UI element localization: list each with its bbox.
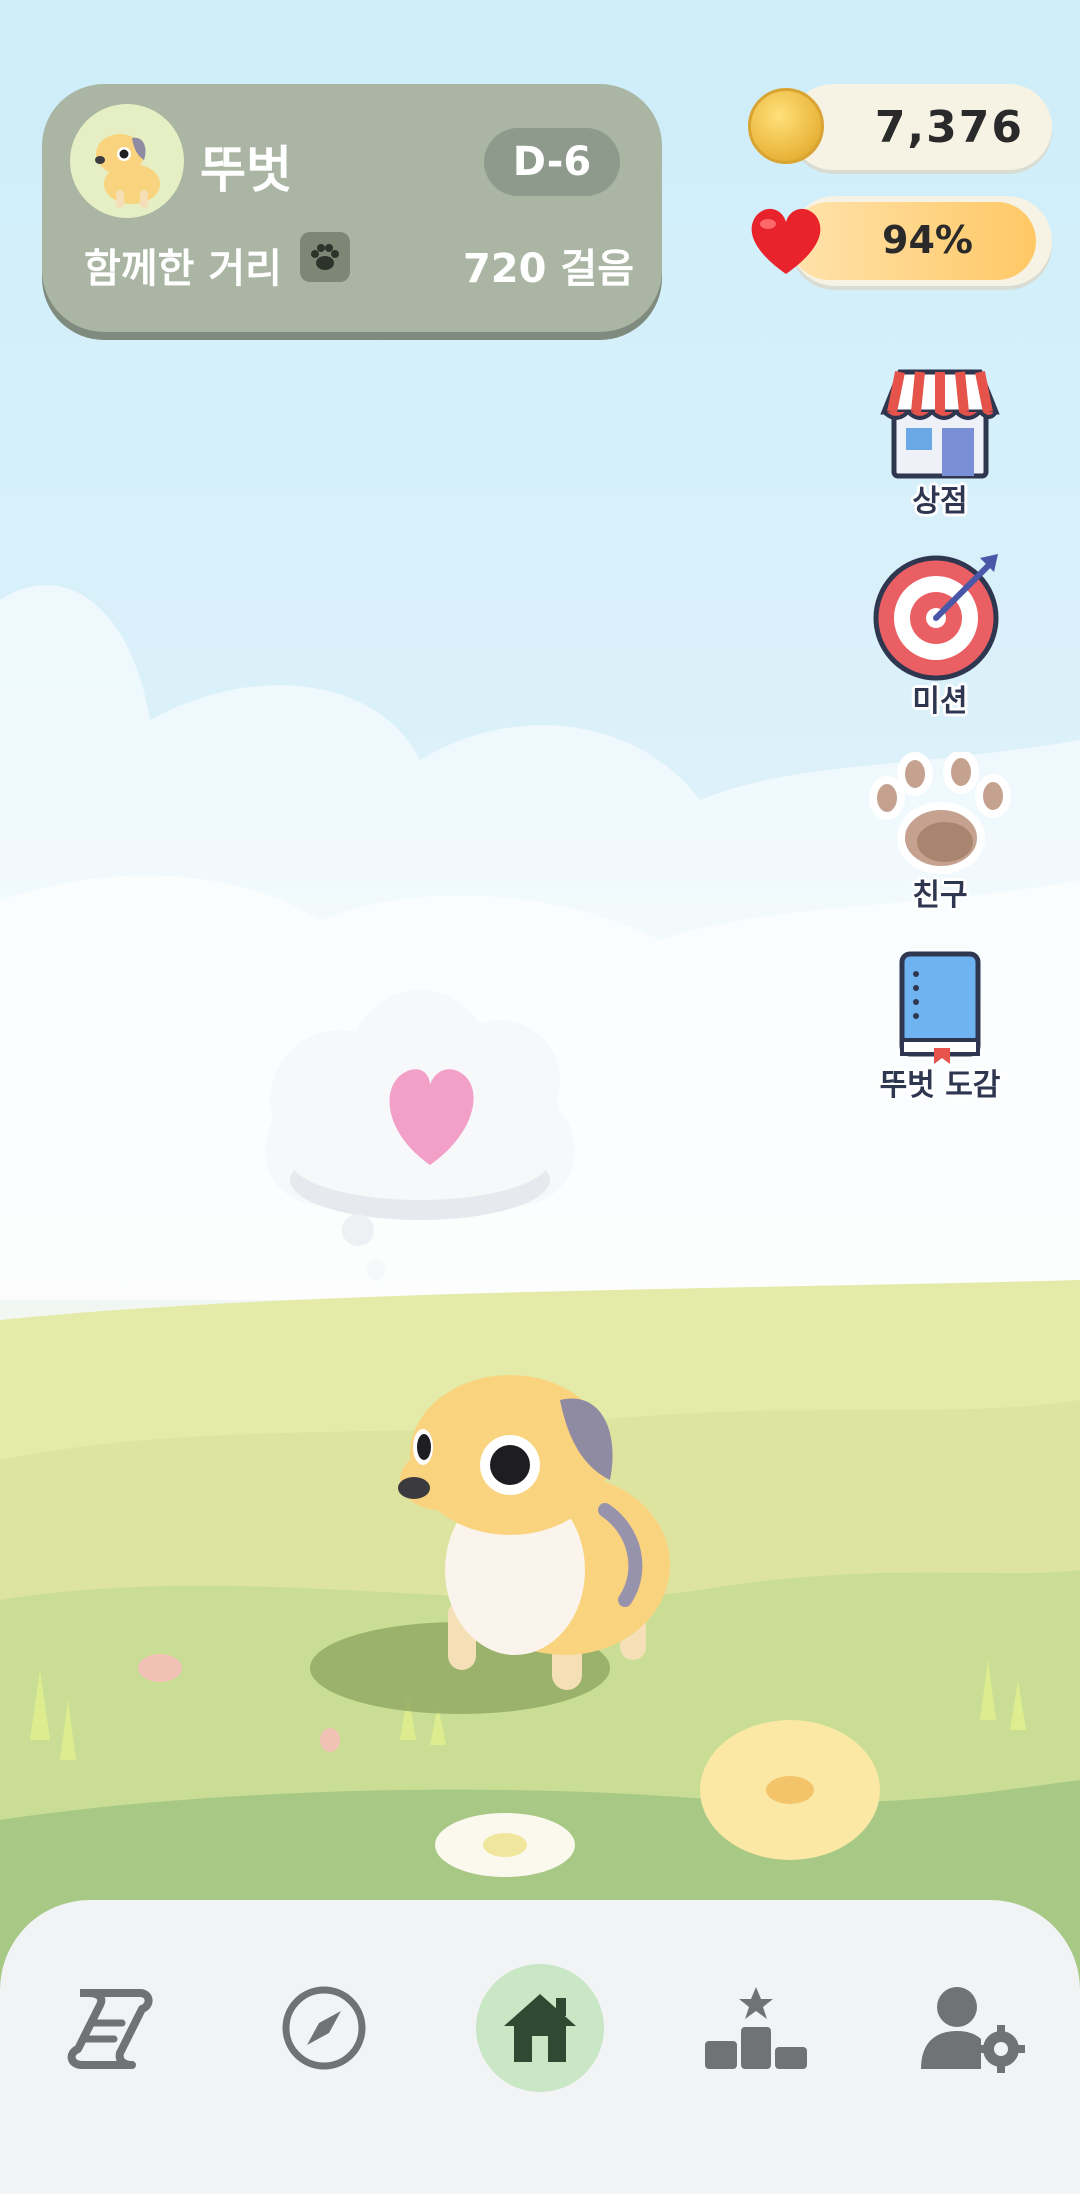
target-icon <box>873 554 999 681</box>
user-settings-icon <box>921 1987 1025 2073</box>
nav-quest[interactable] <box>44 1964 172 2092</box>
shop-button[interactable]: 상점 <box>860 362 1020 520</box>
coin-value: 7,376 <box>874 102 1024 153</box>
coin-icon <box>748 88 824 164</box>
coin-balance[interactable]: 7,376 <box>790 84 1052 170</box>
pet-name: 뚜벗 <box>200 141 292 199</box>
paw-icon <box>869 752 1011 874</box>
affection-meter[interactable]: 94% <box>790 196 1052 286</box>
scroll-icon <box>67 1989 153 2069</box>
friends-button[interactable]: 친구 <box>860 752 1020 914</box>
side-menu-label: 미션 <box>912 684 968 719</box>
paw-icon <box>300 232 350 282</box>
book-icon <box>899 951 981 1064</box>
pet-avatar[interactable] <box>70 104 184 218</box>
yellow-flower-icon <box>700 1720 880 1860</box>
side-menu-label: 뚜벗 도감 <box>879 1068 1001 1103</box>
nav-home[interactable] <box>476 1964 604 2092</box>
distance-label: 함께한 거리 <box>84 246 282 292</box>
affection-value: 94% <box>882 218 973 262</box>
shop-icon <box>880 369 1000 479</box>
podium-icon <box>705 1987 807 2069</box>
side-menu-label: 상점 <box>912 484 968 519</box>
white-flower-icon <box>435 1813 575 1877</box>
mission-button[interactable]: 미션 <box>860 548 1020 720</box>
dday-badge: D-6 <box>484 128 620 196</box>
compass-icon <box>282 1986 366 2070</box>
side-menu-label: 친구 <box>912 878 968 913</box>
dog-avatar-icon <box>95 134 160 208</box>
pet-profile-card[interactable]: 뚜벗 D-6 함께한 거리 720 걸음 <box>42 84 662 332</box>
pet-collection-button[interactable]: 뚜벗 도감 <box>860 948 1020 1104</box>
heart-icon <box>751 208 821 274</box>
steps-count: 720 걸음 <box>462 246 634 292</box>
nav-ranking[interactable] <box>692 1964 820 2092</box>
nav-account-settings[interactable] <box>908 1964 1036 2092</box>
bottom-navigation <box>0 1900 1080 2194</box>
nav-explore[interactable] <box>260 1964 388 2092</box>
home-icon <box>504 1994 576 2062</box>
